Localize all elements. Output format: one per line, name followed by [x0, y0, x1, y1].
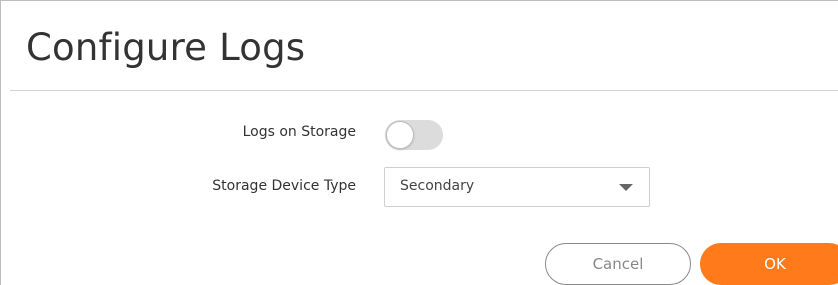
ok-button[interactable]: OK: [700, 243, 838, 285]
chevron-down-icon: [619, 184, 633, 191]
title-divider: [10, 90, 838, 91]
storage-device-type-label: Storage Device Type: [212, 178, 356, 194]
select-value: Secondary: [400, 178, 475, 194]
storage-device-type-select[interactable]: Secondary: [384, 167, 650, 207]
cancel-button[interactable]: Cancel: [545, 243, 691, 285]
configure-logs-dialog: Configure Logs Logs on Storage Storage D…: [0, 0, 838, 285]
dialog-title: Configure Logs: [26, 26, 306, 69]
toggle-knob: [386, 121, 414, 149]
logs-on-storage-label: Logs on Storage: [242, 124, 356, 140]
logs-on-storage-toggle[interactable]: [385, 120, 443, 150]
